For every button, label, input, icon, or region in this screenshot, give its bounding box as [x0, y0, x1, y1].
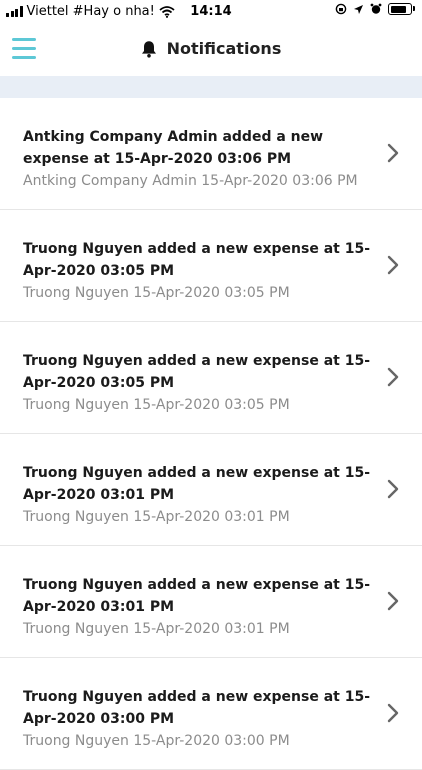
battery-icon [388, 3, 415, 15]
notification-item[interactable]: Truong Nguyen added a new expense at 15-… [0, 322, 422, 434]
chevron-right-icon [387, 591, 399, 611]
notification-message: Truong Nguyen added a new expense at 15-… [23, 689, 371, 727]
notification-meta: Truong Nguyen 15-Apr-2020 03:01 PM [23, 621, 290, 637]
chevron-right-icon [387, 255, 399, 275]
bell-icon [141, 40, 156, 58]
alarm-icon [370, 3, 382, 14]
status-bar-right [335, 3, 415, 15]
notification-item[interactable]: Truong Nguyen added a new expense at 15-… [0, 546, 422, 658]
page-title: Notifications [166, 39, 282, 58]
notification-meta: Antking Company Admin 15-Apr-2020 03:06 … [23, 173, 358, 189]
page-title-group: Notifications [0, 39, 422, 58]
notification-item[interactable]: Truong Nguyen added a new expense at 15-… [0, 210, 422, 322]
location-arrow-icon [354, 4, 363, 14]
notification-message: Truong Nguyen added a new expense at 15-… [23, 577, 371, 615]
notification-meta: Truong Nguyen 15-Apr-2020 03:00 PM [23, 733, 290, 749]
chevron-right-icon [387, 703, 399, 723]
notification-meta: Truong Nguyen 15-Apr-2020 03:01 PM [23, 509, 290, 525]
chevron-right-icon [387, 367, 399, 387]
notification-item[interactable]: Truong Nguyen added a new expense at 15-… [0, 434, 422, 546]
notification-item[interactable]: Antking Company Admin added a new expens… [0, 98, 422, 210]
notification-message: Truong Nguyen added a new expense at 15-… [23, 353, 371, 391]
notification-meta: Truong Nguyen 15-Apr-2020 03:05 PM [23, 285, 290, 301]
lock-rotation-icon [335, 3, 347, 15]
nav-bar: Notifications [0, 24, 422, 76]
notification-list: Antking Company Admin added a new expens… [0, 98, 422, 770]
notification-message: Antking Company Admin added a new expens… [23, 129, 324, 167]
chevron-right-icon [387, 479, 399, 499]
chevron-right-icon [387, 143, 399, 163]
status-bar: Viettel #Hay o nha! 14:14 [0, 0, 422, 24]
notification-message: Truong Nguyen added a new expense at 15-… [23, 241, 371, 279]
notification-meta: Truong Nguyen 15-Apr-2020 03:05 PM [23, 397, 290, 413]
notification-message: Truong Nguyen added a new expense at 15-… [23, 465, 371, 503]
header-divider-band [0, 76, 422, 98]
notification-item[interactable]: Truong Nguyen added a new expense at 15-… [0, 658, 422, 770]
